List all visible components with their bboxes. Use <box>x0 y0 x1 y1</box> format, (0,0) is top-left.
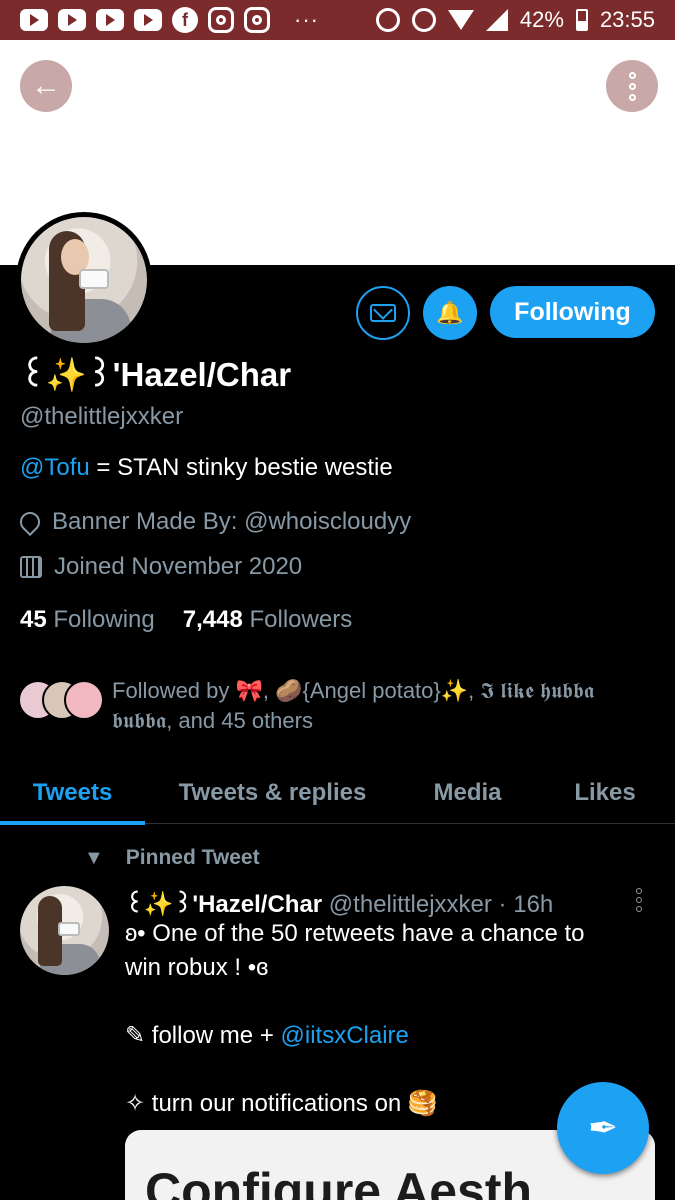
follow-counts: 45 Following 7,448 Followers <box>20 606 352 634</box>
profile-avatar[interactable] <box>16 212 152 348</box>
youtube-icon <box>96 9 124 31</box>
tab-tweets[interactable]: Tweets <box>0 762 145 825</box>
message-button[interactable] <box>356 286 410 340</box>
arrow-left-icon: ← <box>31 69 61 102</box>
profile-joined-date: Joined November 2020 <box>20 553 302 581</box>
tab-tweets-and-replies[interactable]: Tweets & replies <box>145 762 400 824</box>
bio-mention-link[interactable]: @Tofu <box>20 454 90 481</box>
youtube-icon <box>20 9 48 31</box>
profile-bio: @Tofu = STAN stinky bestie westie <box>20 454 393 481</box>
alarm-icon <box>411 8 436 32</box>
tweet-author-meta: @thelittlejxxker · 16h <box>322 891 554 918</box>
wifi-icon <box>447 10 474 30</box>
pushpin-icon: ▼ <box>84 846 104 869</box>
tweet-mention-link[interactable]: @iitsxClaire <box>281 1022 409 1049</box>
followed-by-text: Followed by 🎀, 🥔{Angel potato}✨, 𝕴 𝖑𝖎𝖐𝖊 … <box>112 678 595 733</box>
more-vertical-icon <box>628 71 636 79</box>
followers-count-link[interactable]: 7,448 Followers <box>183 606 352 634</box>
tweet-text-line: ʚ• One of the 50 retweets have a chance … <box>125 920 585 947</box>
tweet-text-line: win robux ! •ɞ <box>125 954 269 981</box>
youtube-icon <box>58 9 86 31</box>
battery-icon <box>575 9 588 31</box>
profile-handle: @thelittlejxxker <box>20 403 184 430</box>
back-button[interactable]: ← <box>20 60 72 112</box>
envelope-icon <box>370 304 396 322</box>
display-name: ꒰✨꒱'Hazel/Char <box>20 356 292 393</box>
signal-icon <box>485 9 508 31</box>
tweet-media-card-text: Configure Aesth <box>145 1163 533 1200</box>
youtube-icon <box>134 9 162 31</box>
data-saver-icon <box>375 8 400 32</box>
following-button[interactable]: Following <box>490 286 655 338</box>
instagram-icon <box>208 7 234 33</box>
tweet-text-line: ✎ follow me + @iitsxClaire <box>125 1022 409 1049</box>
follower-avatars <box>18 680 108 724</box>
calendar-icon <box>20 556 42 578</box>
notifications-button[interactable]: 🔔 <box>423 286 477 340</box>
clock: 23:55 <box>599 7 655 32</box>
status-bar: f ··· 42% 23:55 <box>0 0 675 40</box>
following-count-link[interactable]: 45 Following <box>20 606 155 634</box>
bell-check-icon: 🔔 <box>436 300 464 325</box>
more-vertical-icon <box>636 888 642 894</box>
profile-location: Banner Made By: @whoiscloudyy <box>15 507 411 537</box>
pinned-tweet-label: ▼ Pinned Tweet <box>84 846 260 869</box>
more-options-button[interactable] <box>606 60 658 112</box>
instagram-icon <box>244 7 270 33</box>
tweet-more-button[interactable] <box>636 888 642 912</box>
avatar <box>64 680 104 720</box>
battery-percent: 42% <box>519 7 564 32</box>
tab-likes[interactable]: Likes <box>535 762 675 824</box>
facebook-icon: f <box>172 7 198 33</box>
compose-tweet-button[interactable]: ✒ <box>557 1082 649 1174</box>
tab-media[interactable]: Media <box>400 762 535 824</box>
tweet-header: ꒰✨꒱'Hazel/Char @thelittlejxxker · 16h <box>125 886 553 919</box>
profile-tabs: Tweets Tweets & replies Media Likes <box>0 762 675 825</box>
location-pin-icon <box>15 507 45 537</box>
tweet-author-name[interactable]: ꒰✨꒱'Hazel/Char <box>125 891 322 918</box>
feather-plus-icon: ✒ <box>587 1107 619 1148</box>
tweet-author-avatar[interactable] <box>20 886 109 975</box>
tweet-text-line: ✧ turn our notifications on 🥞 <box>125 1090 438 1117</box>
more-notifications-icon: ··· <box>294 7 319 32</box>
